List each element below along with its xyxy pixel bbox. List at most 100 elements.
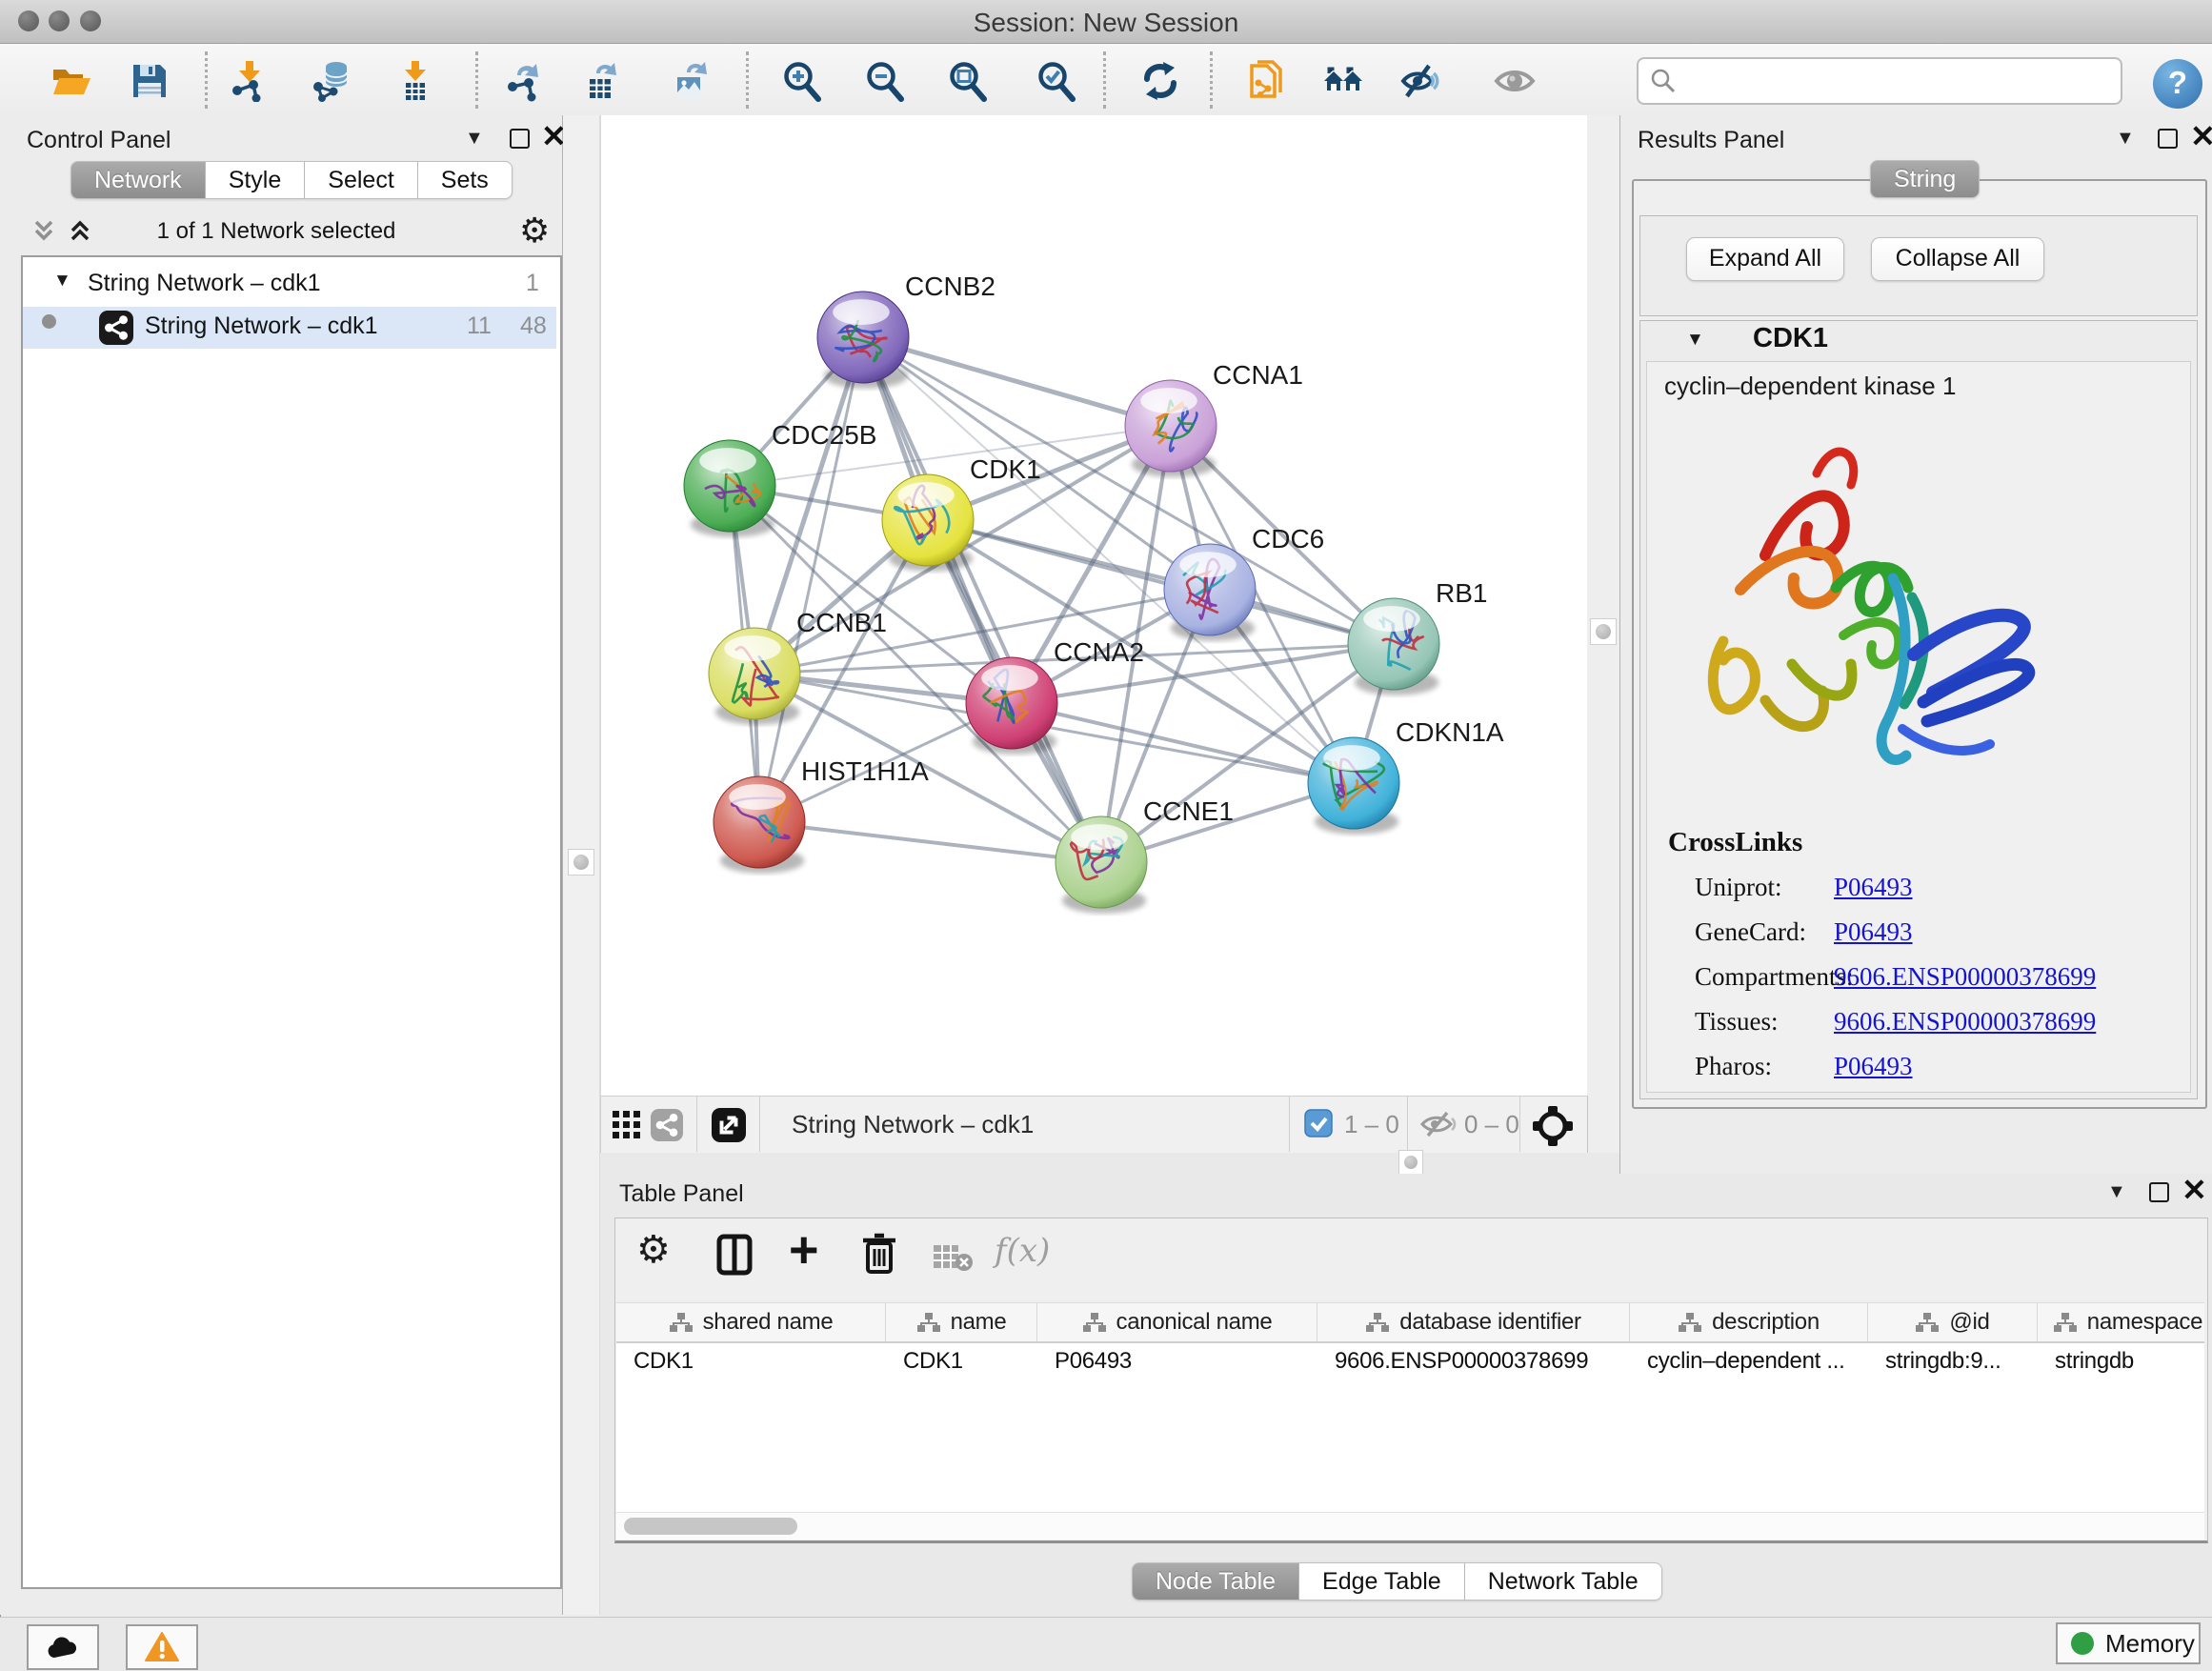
help-button[interactable]: ? xyxy=(2153,59,2202,109)
network-node-ccnb2[interactable] xyxy=(817,292,909,389)
tree-expander-icon[interactable]: ▼ xyxy=(53,271,71,292)
network-collection-row[interactable]: ▼ String Network – cdk1 1 xyxy=(23,265,556,307)
table-row[interactable]: CDK1CDK1P064939606.ENSP00000378699cyclin… xyxy=(616,1343,2204,1379)
network-edge[interactable] xyxy=(759,822,1101,862)
eye-slash-icon[interactable] xyxy=(1399,60,1441,102)
column-header-shared-name[interactable]: shared name xyxy=(616,1303,886,1341)
selected-checkbox-icon[interactable] xyxy=(1304,1109,1333,1137)
add-column-icon[interactable]: + xyxy=(789,1220,819,1279)
crosshair-icon[interactable] xyxy=(1531,1104,1575,1148)
column-header-database-identifier[interactable]: database identifier xyxy=(1317,1303,1630,1341)
collapse-all-chevron-icon[interactable] xyxy=(29,216,59,245)
tab-sets[interactable]: Sets xyxy=(418,161,513,199)
protein-expander-icon[interactable]: ▼ xyxy=(1686,330,1704,351)
table-cell[interactable]: CDK1 xyxy=(616,1343,886,1379)
show-columns-icon[interactable] xyxy=(716,1234,753,1276)
tab-node-table[interactable]: Node Table xyxy=(1132,1562,1299,1601)
expand-all-chevron-icon[interactable] xyxy=(65,216,95,245)
left-splitter-handle[interactable] xyxy=(568,849,594,876)
table-cell[interactable]: cyclin–dependent ... xyxy=(1630,1343,1868,1379)
bottom-splitter-handle[interactable] xyxy=(1398,1150,1423,1175)
export-image-icon[interactable] xyxy=(670,60,712,102)
table-cell[interactable]: stringdb xyxy=(2038,1343,2204,1379)
left-splitter[interactable] xyxy=(563,115,600,1615)
right-splitter[interactable] xyxy=(1587,115,1619,1174)
table-panel-maximize-icon[interactable] xyxy=(2149,1182,2169,1202)
import-network-file-icon[interactable] xyxy=(228,60,270,102)
table-cell[interactable]: CDK1 xyxy=(886,1343,1037,1379)
crosslink-value-link[interactable]: 9606.ENSP00000378699 xyxy=(1834,1007,2096,1037)
tab-select[interactable]: Select xyxy=(305,161,417,199)
network-node-cdkn1a[interactable] xyxy=(1308,737,1399,835)
export-network-icon[interactable] xyxy=(504,60,546,102)
table-panel-close-icon[interactable]: ✕ xyxy=(2182,1178,2207,1202)
table-panel-float-icon[interactable]: ▼ xyxy=(2107,1181,2126,1203)
search-input[interactable] xyxy=(1684,63,2107,97)
crosslink-value-link[interactable]: P06493 xyxy=(1834,1052,1913,1081)
crosslink-value-link[interactable]: P06493 xyxy=(1834,917,1913,947)
houses-icon[interactable] xyxy=(1322,60,1364,102)
export-table-icon[interactable] xyxy=(581,60,623,102)
tab-network-table[interactable]: Network Table xyxy=(1465,1562,1662,1601)
network-node-cdc25b[interactable] xyxy=(684,440,775,537)
network-edge[interactable] xyxy=(863,337,1171,426)
zoom-selected-icon[interactable] xyxy=(1035,60,1076,102)
network-node-ccna1[interactable] xyxy=(1125,380,1217,477)
import-network-database-icon[interactable] xyxy=(311,60,352,102)
table-cell[interactable]: P06493 xyxy=(1037,1343,1317,1379)
network-node-ccne1[interactable] xyxy=(1056,816,1147,914)
control-panel-float-icon[interactable]: ▼ xyxy=(465,128,484,150)
search-field[interactable] xyxy=(1637,57,2122,105)
memory-button[interactable]: Memory xyxy=(2056,1622,2201,1664)
network-canvas[interactable]: CCNB2CCNA1CDC25BCDK1CDC6RB1CCNB1CCNA2CDK… xyxy=(600,115,1587,1096)
tab-style[interactable]: Style xyxy=(206,161,306,199)
apply-layout-refresh-icon[interactable] xyxy=(1139,60,1181,102)
network-node-rb1[interactable] xyxy=(1348,598,1439,695)
expand-all-button[interactable]: Expand All xyxy=(1686,237,1844,281)
hidden-eye-slash-icon[interactable] xyxy=(1418,1111,1457,1137)
network-edge[interactable] xyxy=(759,337,863,822)
zoom-fit-icon[interactable] xyxy=(946,60,988,102)
table-gear-icon[interactable]: ⚙ xyxy=(636,1228,671,1272)
network-node-ccnb1[interactable] xyxy=(709,628,800,725)
tab-edge-table[interactable]: Edge Table xyxy=(1299,1562,1465,1601)
warning-button[interactable] xyxy=(126,1624,198,1670)
tab-string[interactable]: String xyxy=(1870,160,1980,198)
network-graph[interactable]: CCNB2CCNA1CDC25BCDK1CDC6RB1CCNB1CCNA2CDK… xyxy=(601,115,1587,1096)
network-options-gear-icon[interactable]: ⚙ xyxy=(519,211,550,251)
table-hscrollbar[interactable] xyxy=(616,1512,2204,1540)
zoom-in-icon[interactable] xyxy=(780,60,822,102)
session-documents-icon[interactable] xyxy=(1244,60,1286,102)
control-panel-maximize-icon[interactable] xyxy=(510,129,530,149)
table-cell[interactable]: 9606.ENSP00000378699 xyxy=(1317,1343,1630,1379)
right-splitter-handle[interactable] xyxy=(1590,618,1617,645)
column-header-canonical-name[interactable]: canonical name xyxy=(1037,1303,1317,1341)
cloud-button[interactable] xyxy=(27,1624,99,1670)
column-header-description[interactable]: description xyxy=(1630,1303,1868,1341)
results-panel-close-icon[interactable]: ✕ xyxy=(2190,124,2212,149)
network-row-selected[interactable]: String Network – cdk1 11 48 xyxy=(23,307,556,349)
open-session-icon[interactable] xyxy=(50,60,92,102)
column-header--id[interactable]: @id xyxy=(1868,1303,2038,1341)
table-hscrollbar-thumb[interactable] xyxy=(624,1518,797,1535)
column-header-name[interactable]: name xyxy=(886,1303,1037,1341)
delete-column-trash-icon[interactable] xyxy=(861,1232,897,1276)
open-in-window-icon[interactable] xyxy=(712,1108,746,1142)
results-panel-float-icon[interactable]: ▼ xyxy=(2116,128,2135,150)
network-view-share-icon[interactable] xyxy=(651,1109,683,1141)
table-cell[interactable]: stringdb:9... xyxy=(1868,1343,2038,1379)
zoom-out-icon[interactable] xyxy=(863,60,905,102)
network-node-hist1h1a[interactable] xyxy=(714,776,805,874)
save-session-icon[interactable] xyxy=(129,60,171,102)
import-table-icon[interactable] xyxy=(393,60,435,102)
tab-network[interactable]: Network xyxy=(70,161,206,199)
collapse-all-button[interactable]: Collapse All xyxy=(1871,237,2044,281)
results-panel-maximize-icon[interactable] xyxy=(2158,129,2178,149)
crosslink-value-link[interactable]: 9606.ENSP00000378699 xyxy=(1834,962,2096,992)
network-node-cdc6[interactable] xyxy=(1164,544,1256,641)
grid-view-icon[interactable] xyxy=(613,1111,641,1139)
crosslink-value-link[interactable]: P06493 xyxy=(1834,873,1913,902)
network-node-cdk1[interactable] xyxy=(882,474,974,572)
column-header-namespace[interactable]: namespace xyxy=(2038,1303,2204,1341)
network-node-ccna2[interactable] xyxy=(966,657,1057,755)
